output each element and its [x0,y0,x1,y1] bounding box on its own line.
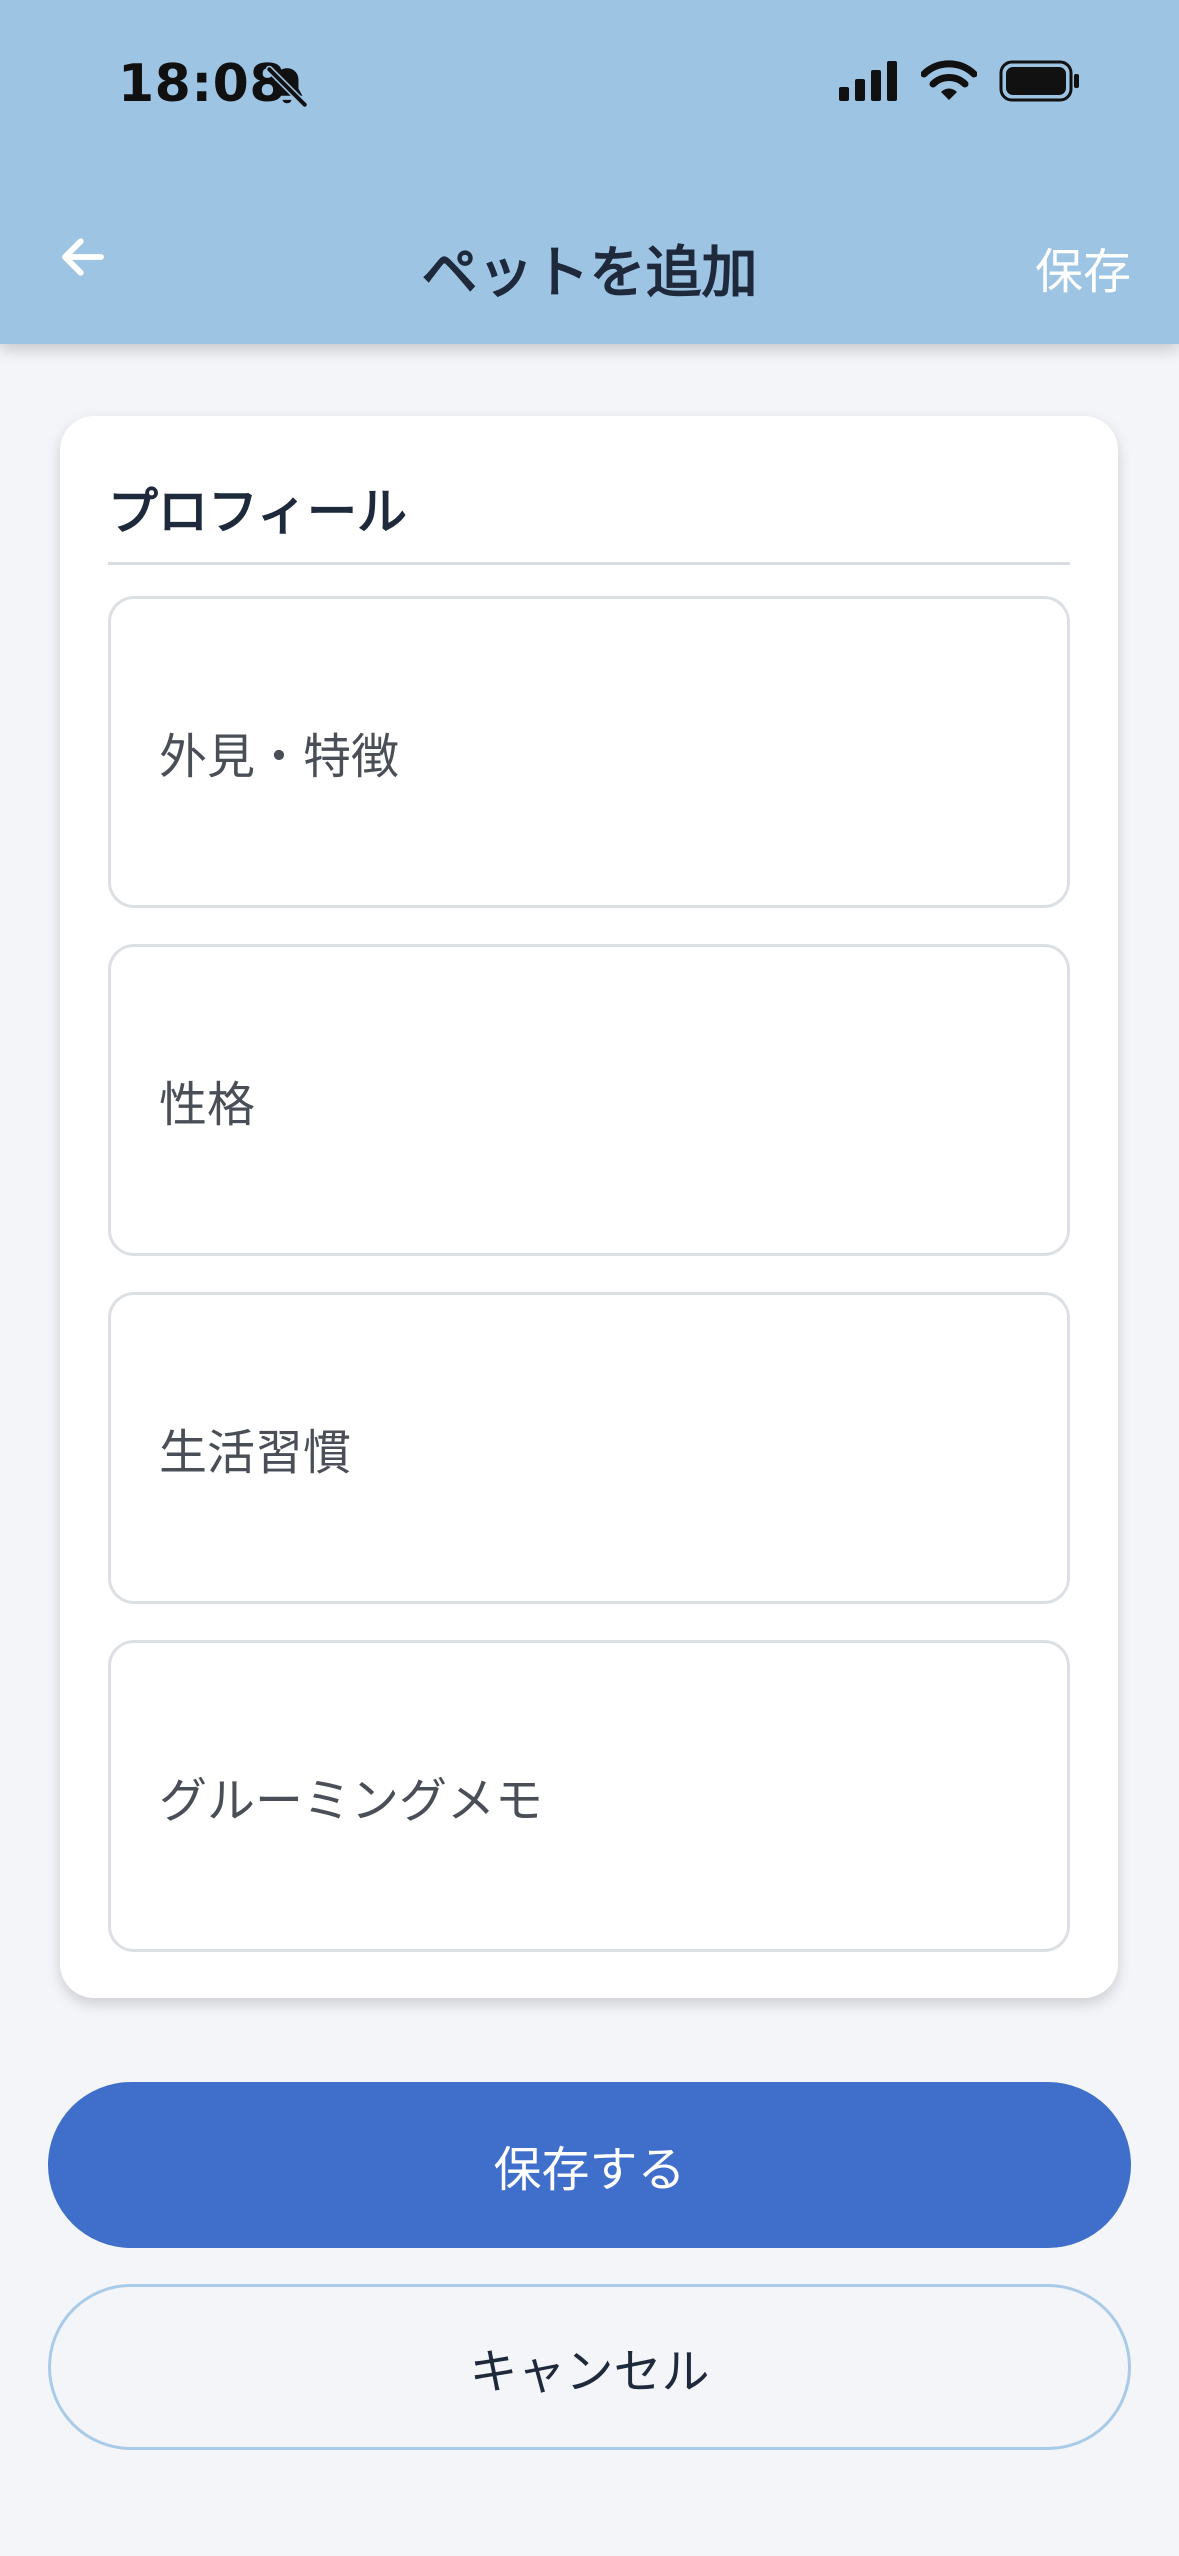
grooming-notes-field[interactable]: グルーミングメモ [108,1640,1070,1952]
appearance-field[interactable]: 外見・特徴 [108,596,1070,908]
app-header: 18:08 ペットを追加 保存 [0,0,1179,344]
page-title: ペットを追加 [421,241,758,306]
grooming-notes-placeholder: グルーミングメモ [159,1773,544,1829]
wifi-icon [921,60,977,100]
lifestyle-habits-field[interactable]: 生活習慣 [108,1292,1070,1604]
save-button[interactable]: 保存する [48,2082,1131,2248]
profile-section-title: プロフィール [108,483,407,541]
status-time: 18:08 [118,54,287,114]
appearance-placeholder: 外見・特徴 [159,729,400,785]
header-save-button[interactable]: 保存 [1035,232,1131,302]
personality-placeholder: 性格 [159,1077,256,1133]
profile-card: プロフィール 外見・特徴 性格 生活習慣 グルーミングメモ [60,416,1118,1998]
bell-slash-icon [265,65,309,109]
lifestyle-habits-placeholder: 生活習慣 [159,1425,352,1481]
battery-icon [999,60,1079,102]
cellular-signal-icon [839,61,897,101]
section-divider [108,562,1070,565]
cancel-button[interactable]: キャンセル [48,2284,1131,2450]
status-icons [839,60,1081,102]
personality-field[interactable]: 性格 [108,944,1070,1256]
